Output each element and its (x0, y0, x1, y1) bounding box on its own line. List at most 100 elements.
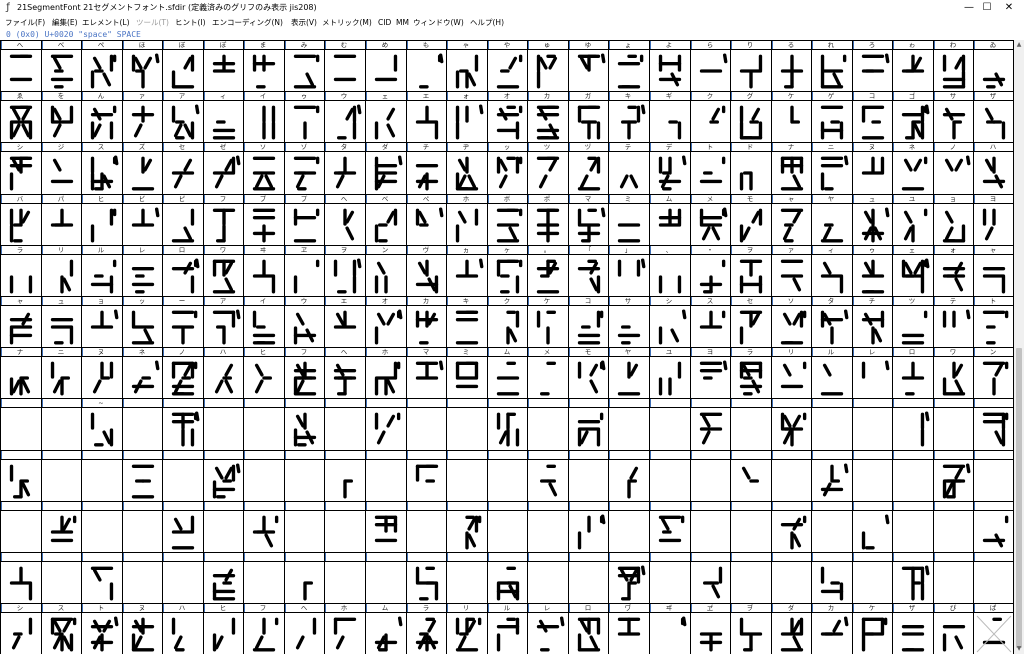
glyph-cell[interactable] (813, 512, 851, 552)
glyph-cell[interactable] (854, 102, 892, 142)
glyph-cell[interactable] (245, 51, 283, 91)
glyph-cell[interactable] (286, 358, 324, 398)
glyph-cell[interactable] (692, 205, 730, 245)
glyph-cell[interactable] (326, 307, 364, 347)
glyph-cell[interactable] (367, 512, 405, 552)
glyph-cell[interactable] (124, 256, 162, 296)
glyph-cell[interactable] (570, 51, 608, 91)
glyph-cell[interactable] (894, 614, 932, 654)
glyph-cell[interactable] (83, 205, 121, 245)
glyph-cell[interactable] (326, 563, 364, 603)
glyph-cell[interactable] (448, 205, 486, 245)
glyph-cell[interactable] (894, 358, 932, 398)
menu-element[interactable]: エレメント(L) (82, 18, 130, 28)
glyph-cell[interactable] (975, 153, 1013, 193)
menu-view[interactable]: 表示(V) (291, 18, 317, 28)
glyph-cell[interactable] (43, 102, 81, 142)
glyph-cell[interactable] (286, 153, 324, 193)
menu-file[interactable]: ファイル(F) (5, 18, 45, 28)
glyph-cell[interactable] (935, 614, 973, 654)
glyph-cell[interactable] (2, 563, 40, 603)
glyph-cell[interactable] (164, 358, 202, 398)
glyph-cell[interactable] (286, 205, 324, 245)
menu-metrics[interactable]: メトリック(M) (322, 18, 372, 28)
glyph-cell[interactable] (570, 358, 608, 398)
glyph-cell[interactable] (813, 256, 851, 296)
glyph-cell[interactable] (164, 256, 202, 296)
glyph-cell[interactable] (205, 153, 243, 193)
glyph-cell[interactable] (43, 358, 81, 398)
glyph-cell[interactable] (124, 102, 162, 142)
glyph-cell[interactable] (326, 205, 364, 245)
glyph-cell[interactable] (610, 102, 648, 142)
glyph-cell[interactable] (83, 51, 121, 91)
glyph-cell[interactable] (326, 358, 364, 398)
glyph-cell[interactable] (448, 409, 486, 449)
glyph-cell[interactable] (43, 461, 81, 501)
glyph-cell[interactable] (529, 512, 567, 552)
glyph-cell[interactable] (367, 307, 405, 347)
glyph-cell[interactable] (732, 563, 770, 603)
glyph-cell[interactable] (245, 512, 283, 552)
glyph-cell[interactable] (529, 51, 567, 91)
glyph-cell[interactable] (975, 256, 1013, 296)
glyph-cell[interactable] (408, 153, 446, 193)
glyph-cell[interactable] (975, 563, 1013, 603)
glyph-cell[interactable] (124, 614, 162, 654)
glyph-cell[interactable] (367, 51, 405, 91)
glyph-cell[interactable] (448, 461, 486, 501)
glyph-cell[interactable] (692, 102, 730, 142)
glyph-cell[interactable] (408, 307, 446, 347)
glyph-cell[interactable] (732, 51, 770, 91)
menu-help[interactable]: ヘルプ(H) (470, 18, 504, 28)
glyph-cell[interactable] (894, 563, 932, 603)
glyph-cell[interactable] (935, 563, 973, 603)
glyph-cell[interactable] (854, 256, 892, 296)
glyph-cell[interactable] (570, 614, 608, 654)
glyph-cell[interactable] (489, 256, 527, 296)
glyph-cell[interactable] (489, 307, 527, 347)
glyph-cell[interactable] (854, 51, 892, 91)
glyph-cell[interactable] (245, 256, 283, 296)
menu-tools[interactable]: ツール(T) (136, 18, 169, 28)
glyph-cell[interactable] (245, 307, 283, 347)
glyph-cell[interactable] (164, 307, 202, 347)
glyph-cell[interactable] (124, 512, 162, 552)
glyph-cell[interactable] (813, 409, 851, 449)
glyph-cell[interactable] (245, 358, 283, 398)
glyph-cell[interactable] (124, 563, 162, 603)
glyph-cell[interactable] (854, 307, 892, 347)
glyph-cell[interactable] (408, 409, 446, 449)
glyph-cell[interactable] (489, 512, 527, 552)
glyph-cell[interactable] (732, 461, 770, 501)
glyph-cell[interactable] (935, 51, 973, 91)
glyph-cell[interactable] (570, 205, 608, 245)
glyph-cell[interactable] (610, 563, 648, 603)
glyph-cell[interactable] (610, 512, 648, 552)
glyph-cell[interactable] (935, 102, 973, 142)
glyph-cell[interactable] (773, 409, 811, 449)
glyph-cell[interactable] (732, 614, 770, 654)
glyph-cell[interactable] (610, 461, 648, 501)
glyph-cell[interactable] (326, 614, 364, 654)
glyph-cell[interactable] (83, 358, 121, 398)
glyph-cell[interactable] (651, 205, 689, 245)
glyph-cell[interactable] (570, 256, 608, 296)
glyph-cell[interactable] (651, 307, 689, 347)
glyph-cell[interactable] (2, 307, 40, 347)
glyph-cell[interactable] (164, 461, 202, 501)
glyph-cell[interactable] (43, 205, 81, 245)
glyph-cell[interactable] (124, 358, 162, 398)
glyph-cell[interactable] (124, 461, 162, 501)
glyph-cell[interactable] (2, 256, 40, 296)
glyph-cell[interactable] (773, 307, 811, 347)
glyph-cell[interactable] (610, 409, 648, 449)
glyph-cell[interactable] (935, 307, 973, 347)
glyph-cell[interactable] (975, 512, 1013, 552)
glyph-cell[interactable] (610, 205, 648, 245)
glyph-cell[interactable] (286, 614, 324, 654)
glyph-cell[interactable] (205, 563, 243, 603)
glyph-cell[interactable] (529, 102, 567, 142)
glyph-cell[interactable] (124, 409, 162, 449)
glyph-cell[interactable] (975, 307, 1013, 347)
